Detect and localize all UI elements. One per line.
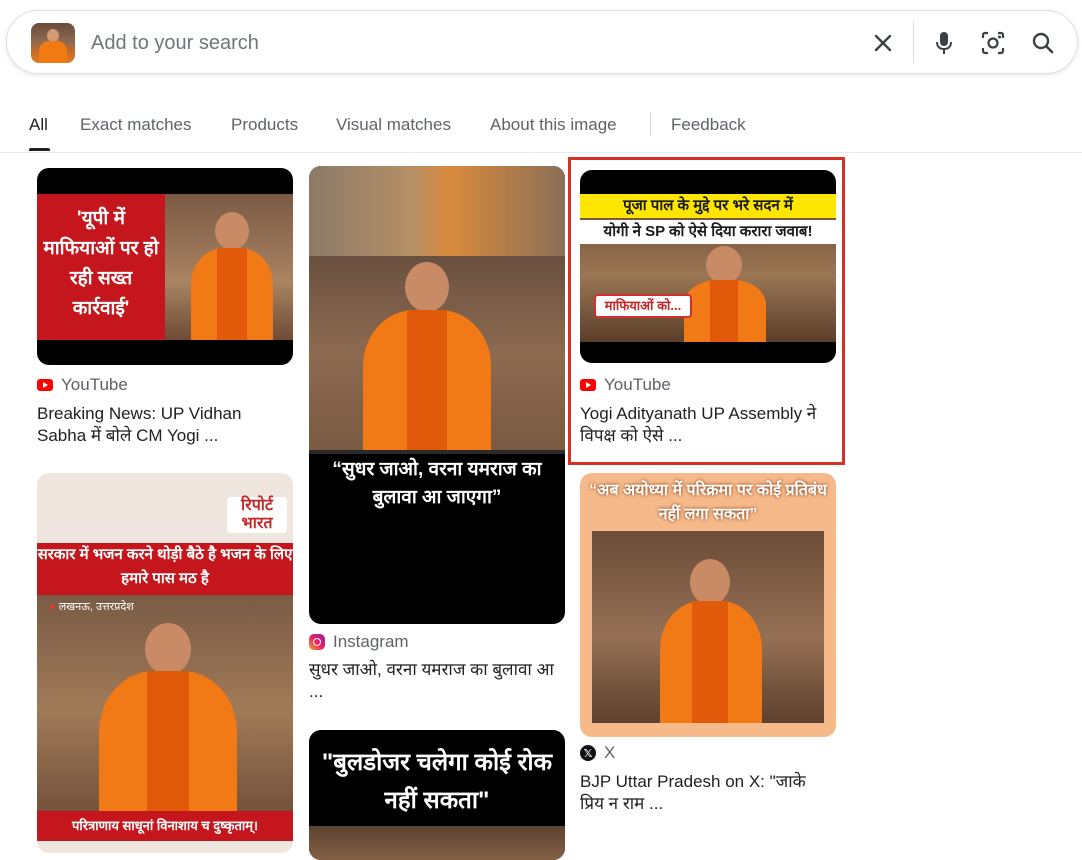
search-input[interactable] [91,29,791,57]
x-icon: 𝕏 [580,745,596,761]
microphone-icon[interactable] [930,29,958,57]
lens-camera-icon[interactable] [979,29,1007,57]
person-figure [357,258,497,450]
channel-logo-text: रिपोर्ट भारत [227,497,287,533]
result-source: YouTube [580,375,671,395]
result-title[interactable]: Breaking News: UP Vidhan Sabha में बोले … [37,403,267,447]
source-label: Instagram [333,632,409,651]
speech-bubble: माफियाओं को... [594,294,692,318]
result-source: Instagram [309,632,409,652]
thumbnail-bottom-text: परित्राणाय साधूनां विनाशाय च दुष्कृताम्। [37,811,293,841]
result-title[interactable]: Yogi Adityanath UP Assembly ने विपक्ष को… [580,403,830,447]
person-figure [93,623,243,823]
result-thumbnail[interactable]: पूजा पाल के मुद्दे पर भरे सदन में योगी न… [580,170,836,363]
tab-separator [650,112,651,136]
result-card[interactable]: रिपोर्ट भारत सरकार में भजन करने थोड़ी बै… [37,473,293,853]
source-label: YouTube [61,375,128,394]
search-bar [6,10,1078,74]
search-bar-divider [913,21,914,63]
tab-about-this-image[interactable]: About this image [490,115,617,135]
result-card[interactable]: “अब अयोध्या में परिक्रमा पर कोई प्रतिबंध… [580,473,836,823]
person-figure [680,246,770,342]
thumbnail-overlay-text: “सुधर जाओ, वरना यमराज का बुलावा आ जाएगा” [332,459,542,508]
active-tab-indicator [29,148,50,151]
query-image-thumbnail[interactable] [31,23,75,63]
tab-products[interactable]: Products [231,115,298,135]
thumbnail-overlay-text: 'यूपी में माफियाओं पर हो रही सख्त कार्रव… [43,208,159,319]
thumbnail-overlay-text: “अब अयोध्या में परिक्रमा पर कोई प्रतिबंध… [589,482,827,523]
thumbnail-overlay-text: "बुलडोजर चलेगा कोई रोक नहीं सकता" [321,749,553,814]
tab-feedback[interactable]: Feedback [671,115,746,135]
person-figure [187,208,277,340]
thumbnail-headline: पूजा पाल के मुद्दे पर भरे सदन में [580,194,836,218]
result-source: 𝕏 X [580,743,615,763]
result-title[interactable]: सुधर जाओ, वरना यमराज का बुलावा आ ... [309,659,559,703]
result-card[interactable]: “सुधर जाओ, वरना यमराज का बुलावा आ जाएगा”… [309,166,565,706]
location-tag: ● लखनऊ, उत्तरप्रदेश [49,601,134,613]
result-thumbnail[interactable]: “सुधर जाओ, वरना यमराज का बुलावा आ जाएगा” [309,166,565,624]
thumbnail-subheadline: योगी ने SP को ऐसे दिया करारा जवाब! [580,220,836,244]
search-icon[interactable] [1029,29,1057,57]
source-label: YouTube [604,375,671,394]
instagram-icon [309,634,325,650]
results-tabs: All Exact matches Products Visual matche… [0,100,1082,153]
person-figure [656,559,766,723]
clear-icon[interactable] [869,29,897,57]
result-thumbnail[interactable]: रिपोर्ट भारत सरकार में भजन करने थोड़ी बै… [37,473,293,853]
tab-all[interactable]: All [29,115,48,135]
tab-visual-matches[interactable]: Visual matches [336,115,451,135]
result-card[interactable]: 'यूपी में माफियाओं पर हो रही सख्त कार्रव… [37,168,293,453]
youtube-icon [37,379,53,391]
result-card[interactable]: "बुलडोजर चलेगा कोई रोक नहीं सकता" [309,730,565,860]
source-label: X [604,743,616,762]
tab-exact-matches[interactable]: Exact matches [80,115,192,135]
result-thumbnail[interactable]: 'यूपी में माफियाओं पर हो रही सख्त कार्रव… [37,168,293,365]
result-source: YouTube [37,375,128,395]
result-title[interactable]: BJP Uttar Pradesh on X: "जाके प्रिय न रा… [580,771,830,815]
result-card-highlighted[interactable]: पूजा पाल के मुद्दे पर भरे सदन में योगी न… [580,170,836,450]
thumbnail-overlay-text: सरकार में भजन करने थोड़ी बैठे है भजन के … [37,543,293,595]
result-thumbnail[interactable]: “अब अयोध्या में परिक्रमा पर कोई प्रतिबंध… [580,473,836,737]
youtube-icon [580,379,596,391]
